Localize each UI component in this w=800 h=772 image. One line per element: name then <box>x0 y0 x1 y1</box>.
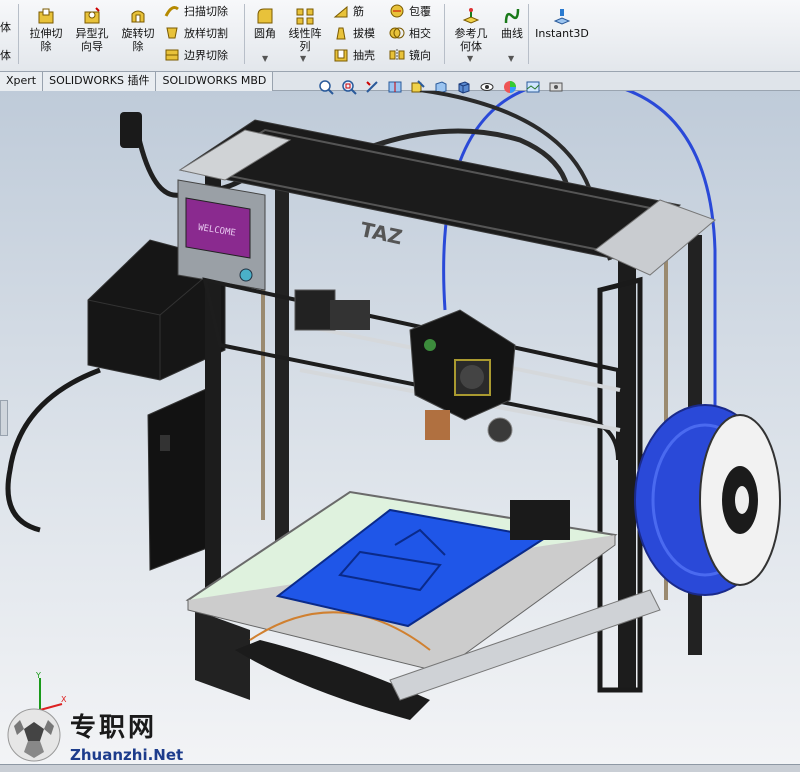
reference-geometry-dropdown-arrow[interactable]: ▼ <box>467 54 473 63</box>
frame-front-arch <box>202 277 620 461</box>
status-bar <box>0 764 800 772</box>
draft-button[interactable]: 拔模 <box>333 24 375 42</box>
boundary-cut-button[interactable]: 边界切除 <box>164 46 228 64</box>
task-pane-collapse-handle[interactable] <box>0 400 8 436</box>
svg-text:Y: Y <box>35 672 41 680</box>
extrude-cut-icon <box>38 8 54 24</box>
reference-geometry-icon <box>462 8 480 24</box>
soccer-ball-logo-icon <box>7 708 61 762</box>
hole-wizard-icon <box>84 7 100 24</box>
tab-solidworks-addins[interactable]: SOLIDWORKS 插件 <box>43 72 157 91</box>
clipped-label-bottom: 体 <box>0 49 11 62</box>
ribbon-separator <box>528 4 529 64</box>
instant3d-icon <box>553 9 571 25</box>
fillet-icon <box>257 8 273 24</box>
linear-pattern-button[interactable]: 线性阵 列 <box>284 6 326 53</box>
ribbon-separator <box>244 4 245 64</box>
brand-label: TAZ <box>358 217 404 249</box>
lofted-cut-button[interactable]: 放样切割 <box>164 24 228 42</box>
curves-icon <box>504 8 520 24</box>
swept-cut-icon <box>164 6 179 17</box>
clipped-label-top: 体 <box>0 21 11 34</box>
shell-button[interactable]: 抽壳 <box>333 46 375 64</box>
data-cable <box>5 367 101 533</box>
lofted-cut-icon <box>166 27 178 39</box>
frame-post-left-back <box>275 130 289 550</box>
revolve-cut-icon <box>131 10 145 23</box>
boundary-cut-icon <box>165 49 179 61</box>
printer-model-render[interactable]: WELCOME TAZ <box>0 91 800 764</box>
rib-button[interactable]: 筋 <box>333 2 364 20</box>
mirror-icon <box>389 49 405 61</box>
fillet-dropdown-arrow[interactable]: ▼ <box>262 54 268 63</box>
fillet-button[interactable]: 圆角 <box>250 6 280 40</box>
x-motor <box>294 289 336 331</box>
ribbon-separator <box>18 4 19 64</box>
rib-icon <box>333 5 348 18</box>
tab-xpert[interactable]: Xpert <box>0 72 44 91</box>
svg-text:X: X <box>61 695 67 704</box>
revolve-cut-button[interactable]: 旋转切 除 <box>118 6 158 53</box>
watermark-chinese-text: 专职网 <box>70 712 158 743</box>
extrude-cut-button[interactable]: 拉伸切 除 <box>27 6 65 53</box>
intersect-button[interactable]: 相交 <box>389 24 431 42</box>
linear-pattern-icon <box>296 8 314 25</box>
control-box <box>147 384 216 571</box>
watermark-logo: 专职网 Zhuanzhi.Net <box>4 706 183 764</box>
tab-solidworks-mbd[interactable]: SOLIDWORKS MBD <box>156 72 274 91</box>
hotend <box>425 410 450 440</box>
instant3d-button[interactable]: Instant3D <box>534 6 590 40</box>
reference-geometry-button[interactable]: 参考几 何体 <box>450 6 492 53</box>
y-motor <box>510 500 570 540</box>
ribbon-separator <box>444 4 445 64</box>
watermark-url-text: Zhuanzhi.Net <box>70 745 184 764</box>
curves-button[interactable]: 曲线 <box>497 6 527 40</box>
intersect-icon <box>389 27 405 39</box>
linear-pattern-dropdown-arrow[interactable]: ▼ <box>300 54 306 63</box>
wrap-button[interactable]: 包覆 <box>389 2 431 20</box>
lcd-knob[interactable] <box>239 268 253 282</box>
power-plug <box>120 112 142 148</box>
curves-dropdown-arrow[interactable]: ▼ <box>508 54 514 63</box>
command-manager: 体 体 拉伸切 除 异型孔 向导 旋转切 除 扫描切除 放样切割 边界切除 圆角… <box>0 0 800 72</box>
wrap-icon <box>390 4 404 18</box>
draft-icon <box>336 27 346 40</box>
shell-icon <box>334 49 348 62</box>
swept-cut-button[interactable]: 扫描切除 <box>164 2 228 20</box>
extruder-wheel <box>487 417 513 443</box>
mirror-button[interactable]: 镜向 <box>389 46 431 64</box>
hole-wizard-button[interactable]: 异型孔 向导 <box>72 6 112 53</box>
